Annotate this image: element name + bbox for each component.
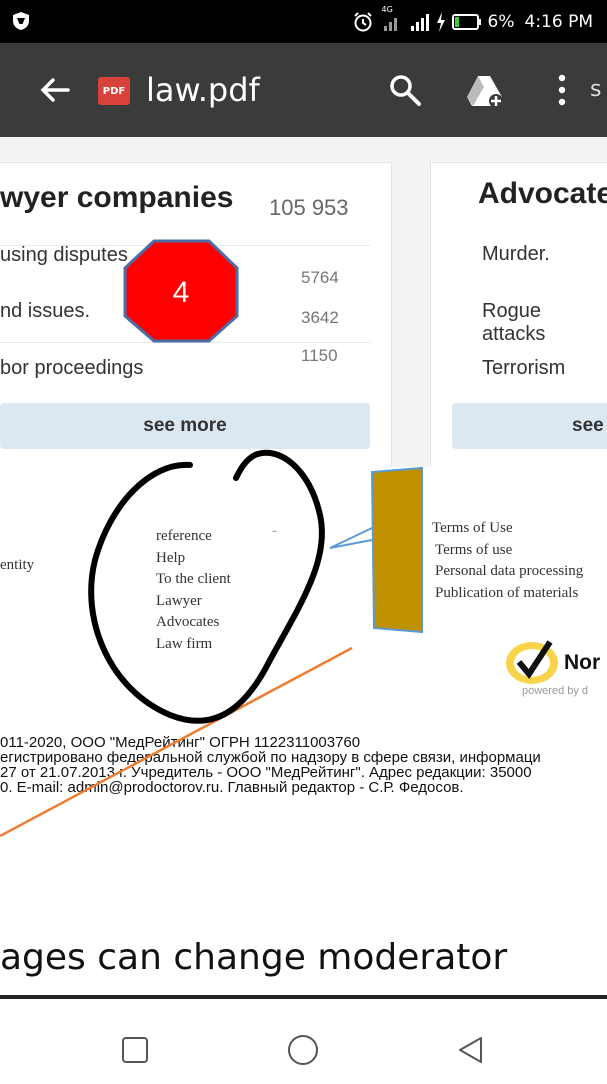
card-row-label: Rogue attacks bbox=[482, 300, 546, 345]
footer-link[interactable]: Lawyer bbox=[156, 591, 231, 613]
card-row-value: 3642 bbox=[301, 308, 339, 327]
footer-dash: - bbox=[272, 523, 277, 539]
legal-text: 011-2020, ООО "МедРейтинг" ОГРН 11223110… bbox=[0, 735, 607, 795]
norton-label: Nor bbox=[564, 651, 601, 674]
footer-link[interactable]: Help bbox=[156, 548, 231, 570]
shield-icon bbox=[13, 12, 29, 30]
footer-right-links: Terms of Use Terms of use Personal data … bbox=[432, 518, 583, 605]
charging-icon bbox=[436, 12, 445, 32]
see-more-button[interactable]: see bbox=[452, 403, 607, 449]
search-icon[interactable] bbox=[388, 73, 422, 107]
card-heading: wyer companies bbox=[0, 181, 234, 214]
add-to-drive-icon[interactable] bbox=[466, 73, 504, 109]
android-nav-bar bbox=[0, 995, 607, 1084]
legal-line: 27 от 21.07.2013 г. Учредитель - ООО "Ме… bbox=[0, 764, 532, 781]
footer-text: entity bbox=[0, 557, 35, 573]
status-bar: 4G 6% 4:16 PM bbox=[0, 0, 607, 43]
norton-powered: powered by d bbox=[522, 685, 589, 697]
document-viewer[interactable]: wyer companies 105 953 using disputes 57… bbox=[0, 137, 607, 995]
alarm-icon bbox=[353, 12, 372, 32]
divider bbox=[0, 342, 370, 343]
card-row-label: bor proceedings bbox=[0, 357, 144, 379]
norton-check-icon bbox=[506, 640, 558, 684]
card-row-value: 5764 bbox=[301, 268, 339, 287]
footer-link[interactable]: reference bbox=[156, 526, 231, 548]
footer-link[interactable]: Terms of Use bbox=[432, 518, 580, 540]
signal-icon bbox=[410, 14, 429, 31]
status-right: 4G 6% 4:16 PM bbox=[352, 5, 594, 34]
battery-percent: 6% bbox=[487, 12, 515, 32]
legal-line: 0. E-mail: admin@prodoctorov.ru. Главный… bbox=[0, 779, 464, 796]
footer-link[interactable]: Personal data processing bbox=[435, 561, 583, 583]
more-options-icon[interactable] bbox=[552, 71, 572, 109]
footer-link[interactable]: Law firm bbox=[156, 634, 231, 656]
back-icon[interactable] bbox=[456, 1035, 486, 1065]
footer-center-links: reference Help To the client Lawyer Advo… bbox=[156, 526, 231, 655]
clock: 4:16 PM bbox=[524, 12, 594, 32]
card-heading: Advocate bbox=[478, 177, 607, 210]
home-icon[interactable] bbox=[286, 1033, 320, 1067]
back-arrow-icon[interactable] bbox=[38, 73, 72, 107]
norton-badge: Nor powered by d bbox=[504, 637, 607, 703]
footer-link[interactable]: Publication of materials bbox=[435, 583, 583, 605]
network-type: 4G bbox=[381, 5, 393, 14]
card-row-label: Murder. bbox=[482, 243, 550, 265]
legal-line: егистрировано федеральной службой по над… bbox=[0, 749, 541, 766]
slide-caption: ages can change moderator bbox=[0, 937, 508, 978]
card-row-value: 1150 bbox=[301, 346, 338, 365]
footer-link[interactable]: Advocates bbox=[156, 612, 231, 634]
pdf-page: wyer companies 105 953 using disputes 57… bbox=[0, 137, 607, 819]
stop-sign-number: 4 bbox=[172, 276, 190, 309]
toolbar-clipped-label: s bbox=[590, 77, 602, 102]
card-row-label: using disputes bbox=[0, 244, 128, 266]
legal-line: 011-2020, ООО "МедРейтинг" ОГРН 11223110… bbox=[0, 734, 361, 751]
footer-link[interactable]: Terms of use bbox=[435, 540, 583, 562]
card-count: 105 953 bbox=[269, 195, 349, 220]
document-title: law.pdf bbox=[146, 71, 260, 109]
card-row-label: Terrorism bbox=[482, 357, 566, 379]
battery-icon bbox=[451, 14, 481, 30]
footer-link[interactable]: To the client bbox=[156, 569, 231, 591]
see-more-button[interactable]: see more bbox=[0, 403, 370, 449]
recent-apps-icon[interactable] bbox=[121, 1036, 149, 1064]
app-toolbar: PDF law.pdf s bbox=[0, 43, 607, 137]
pdf-file-icon: PDF bbox=[98, 77, 130, 105]
card-row-label: nd issues. bbox=[0, 300, 91, 322]
signal-4g-icon: 4G bbox=[380, 5, 402, 33]
